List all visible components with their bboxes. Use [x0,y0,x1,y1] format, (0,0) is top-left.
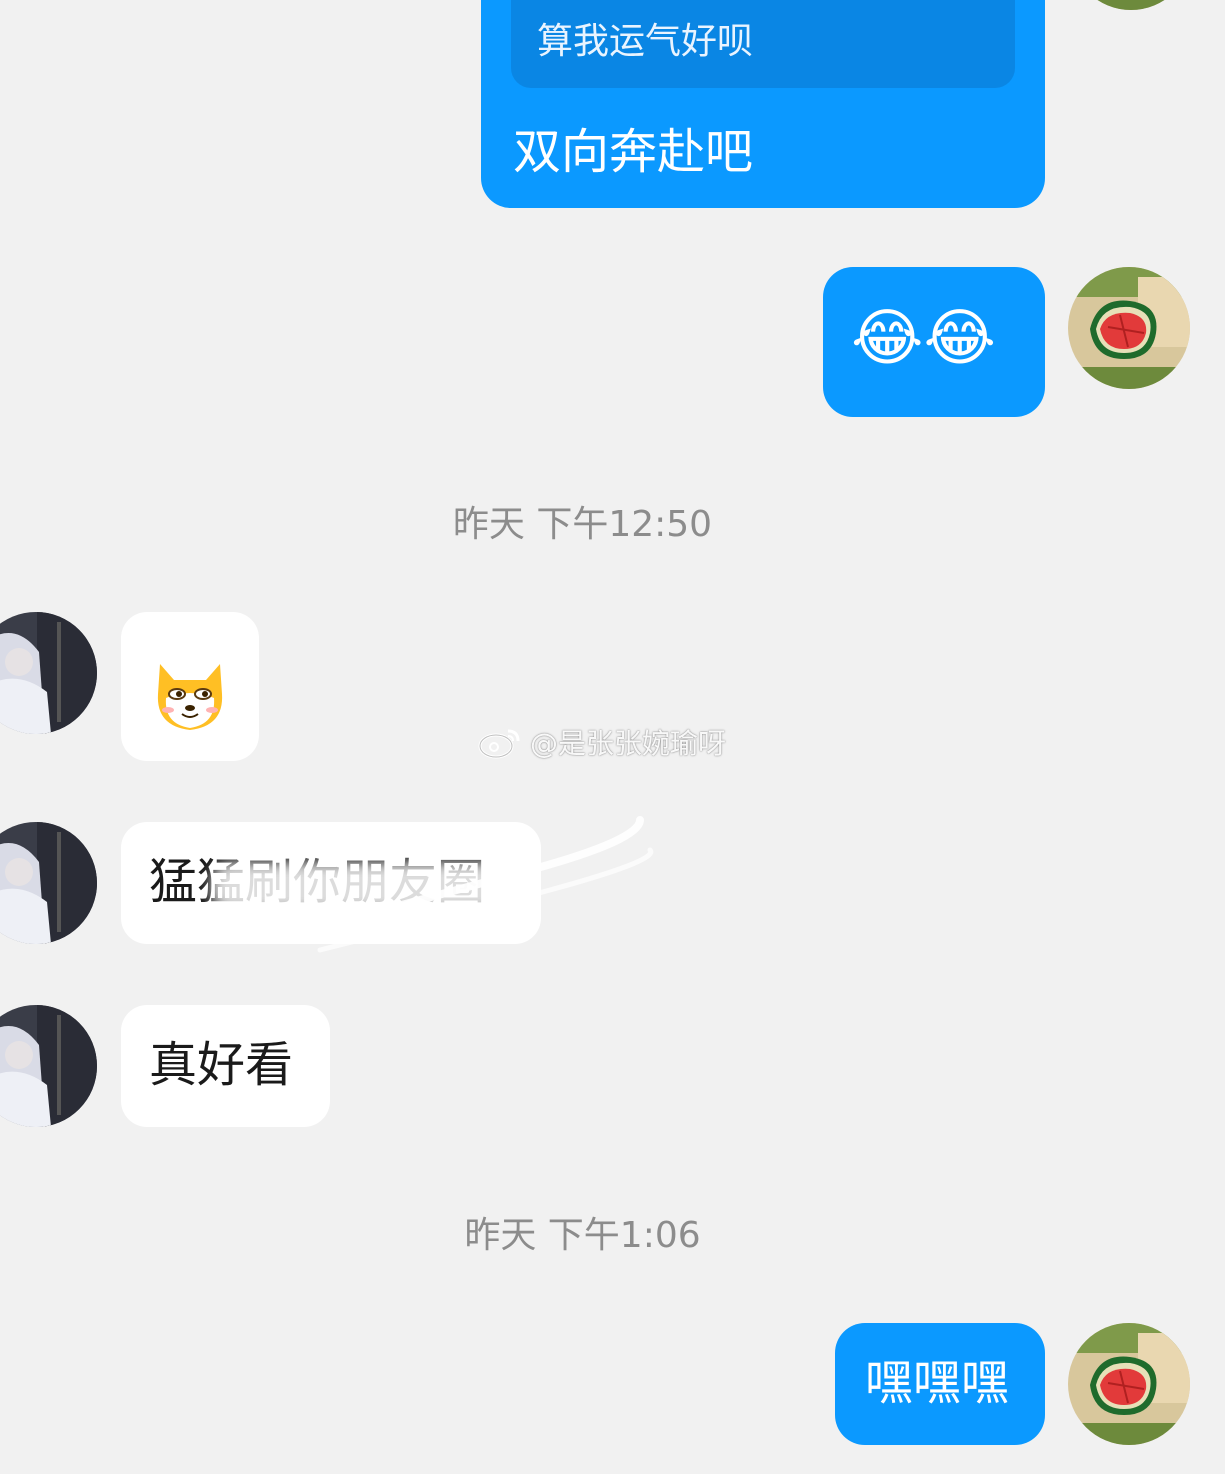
incoming-sticker-bubble[interactable] [121,612,259,761]
anime-character-avatar-icon [0,822,97,944]
reply-message-text: 双向奔赴吧 [513,124,754,180]
outgoing-message-bubble[interactable]: 算我运气好呗 双向奔赴吧 [481,0,1045,208]
incoming-message-bubble[interactable]: 真好看 [121,1005,330,1127]
timestamp: 昨天 下午12:50 [452,504,713,545]
timestamp: 昨天 下午1:06 [464,1215,701,1256]
self-avatar[interactable] [1070,0,1192,10]
outgoing-emoji-bubble[interactable]: 😂😂 [823,267,1045,417]
contact-avatar[interactable] [0,612,97,734]
scribble-redaction [211,862,521,912]
watermark: @是张张婉瑜呀 [478,722,726,762]
laughing-tears-emoji-text: 😂😂 [851,301,996,374]
quoted-message[interactable]: 算我运气好呗 [511,0,1015,88]
incoming-message-text: 真好看 [149,1037,294,1093]
watermelon-avatar-icon [1068,1323,1190,1445]
contact-avatar[interactable] [0,1005,97,1127]
outgoing-message-text: 嘿嘿嘿 [865,1355,1010,1411]
watermark-text: @是张张婉瑜呀 [530,727,727,760]
self-avatar[interactable] [1068,1323,1190,1445]
outgoing-message-bubble[interactable]: 嘿嘿嘿 [835,1323,1045,1445]
watermelon-avatar-icon [1070,0,1192,10]
quoted-message-text: 算我运气好呗 [537,21,754,62]
anime-character-avatar-icon [0,1005,97,1127]
anime-character-avatar-icon [0,612,97,734]
contact-avatar[interactable] [0,822,97,944]
incoming-message-bubble[interactable]: 猛猛刷你朋友圈 [121,822,541,944]
shiba-dog-sticker-icon [157,664,223,730]
watermelon-avatar-icon [1068,267,1190,389]
weibo-logo-icon [478,729,520,759]
self-avatar[interactable] [1068,267,1190,389]
